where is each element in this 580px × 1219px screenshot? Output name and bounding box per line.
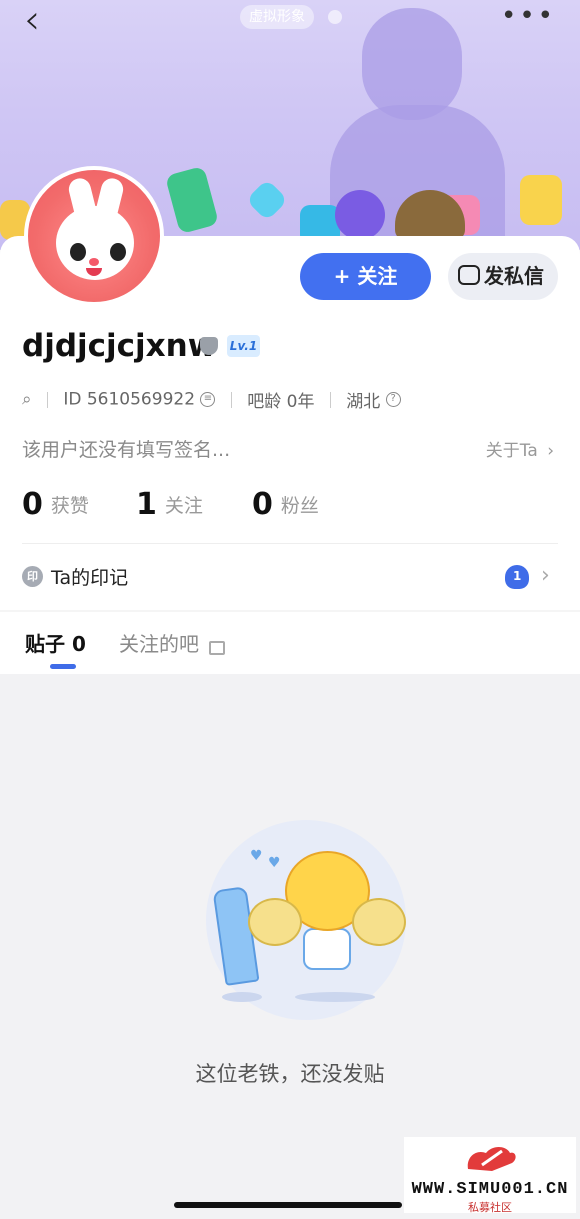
planet-decoration: [335, 190, 385, 240]
heart-icon: ♥: [250, 848, 263, 864]
user-id[interactable]: ID 5610569922: [63, 390, 195, 410]
confetti-decoration: [520, 175, 562, 225]
imprint-label: Ta的印记: [51, 567, 129, 589]
stat-value: 0: [251, 487, 273, 522]
chevron-right-icon: ›: [547, 441, 554, 461]
divider: [46, 391, 48, 408]
divider: [230, 391, 232, 408]
stat-label: 关注: [164, 495, 203, 517]
tab-underline: [50, 664, 76, 669]
chevron-right-icon[interactable]: ›: [541, 563, 550, 588]
message-icon: [458, 265, 480, 285]
bar-age: 吧龄 0年: [247, 392, 315, 412]
stat-value: 1: [135, 487, 157, 522]
home-indicator[interactable]: [174, 1202, 402, 1208]
tab-posts[interactable]: 贴子 0: [25, 628, 86, 657]
pompom-icon: [352, 898, 406, 946]
watermark-text: WWW.SIMU001.CN: [411, 1180, 569, 1199]
about-link[interactable]: 关于Ta ›: [486, 436, 554, 461]
stat-likes[interactable]: 0 获赞: [22, 487, 89, 522]
stats-row: 0 获赞 1 关注 0 粉丝: [22, 487, 357, 527]
pompom-icon: [248, 898, 302, 946]
profile-meta: ⌕ ID 5610569922 ≡ 吧龄 0年 湖北 ?: [22, 387, 401, 412]
bunny-eye-icon: [70, 243, 86, 261]
signature: 该用户还没有填写签名...: [22, 439, 231, 461]
level-badge[interactable]: Lv.1: [227, 335, 260, 357]
bunny-eye-icon: [110, 243, 126, 261]
tab-followed-bars[interactable]: 关注的吧: [119, 628, 225, 657]
imprint-icon: 印: [22, 566, 43, 587]
virtual-avatar-pill[interactable]: 虚拟形象: [240, 5, 314, 29]
illustration-shadow: [222, 992, 262, 1002]
imprint-row[interactable]: 印 Ta的印记: [22, 563, 128, 590]
avatar-silhouette: [362, 8, 462, 120]
stat-label: 粉丝: [280, 495, 319, 517]
copy-icon[interactable]: ≡: [200, 392, 216, 407]
divider: [329, 391, 331, 408]
emoji-shirt-icon: [303, 928, 351, 970]
username: djdjcjcjxnw: [22, 328, 217, 364]
search-icon: ⌕: [22, 389, 32, 410]
watermark-subtext: 私募社区: [468, 1201, 512, 1214]
stat-fans[interactable]: 0 粉丝: [252, 487, 319, 522]
section-divider: [22, 543, 558, 544]
stat-label: 获赞: [50, 495, 89, 517]
tab-label: 关注的吧: [119, 632, 199, 656]
section-separator: [0, 610, 580, 612]
heart-icon: ♥: [268, 855, 281, 871]
watermark: WWW.SIMU001.CN 私募社区: [404, 1137, 576, 1214]
stat-value: 0: [22, 487, 43, 522]
illustration-shadow: [295, 992, 375, 1002]
watermark-logo-icon: [467, 1147, 516, 1171]
shield-icon[interactable]: [200, 337, 218, 355]
location: 湖北: [346, 392, 381, 412]
message-button-label: 发私信: [484, 264, 544, 288]
empty-state-message: 这位老铁，还没发贴: [195, 1062, 385, 1086]
more-icon[interactable]: •••: [501, 3, 556, 29]
lock-icon: [209, 640, 225, 655]
message-button[interactable]: 发私信: [448, 253, 558, 300]
help-icon[interactable]: ?: [385, 392, 401, 407]
about-label: 关于Ta: [485, 441, 538, 461]
avatar[interactable]: [24, 166, 164, 306]
stat-following[interactable]: 1 关注: [136, 487, 203, 522]
back-icon[interactable]: ‹: [24, 0, 40, 40]
bunny-nose-icon: [89, 258, 99, 266]
star-decoration: [245, 178, 289, 222]
follow-button[interactable]: + 关注: [300, 253, 431, 300]
rank-badge-icon[interactable]: [505, 565, 529, 589]
confetti-decoration: [164, 165, 220, 235]
pill-dot-icon: [328, 10, 342, 24]
